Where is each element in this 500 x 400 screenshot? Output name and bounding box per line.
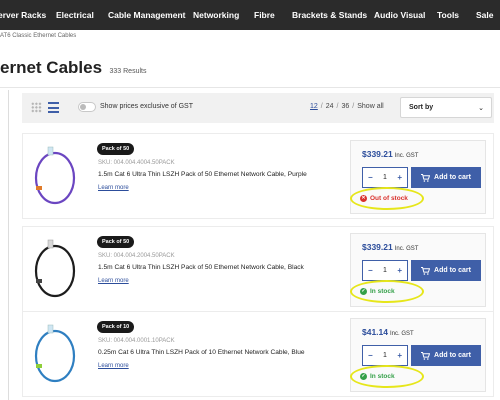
product-name[interactable]: 1.5m Cat 6 Ultra Thin LSZH Pack of 50 Et… — [98, 264, 304, 271]
sort-dropdown[interactable]: Sort by ⌄ — [400, 97, 492, 118]
pack-badge: Pack of 50 — [97, 236, 135, 248]
page-size-separator: / — [352, 103, 355, 110]
learn-more-link[interactable]: Learn more — [98, 185, 129, 191]
page-size-36[interactable]: 36 — [342, 103, 350, 110]
add-to-cart-label: Add to cart — [434, 174, 471, 181]
nav-item-fibre[interactable]: Fibre — [254, 10, 275, 20]
cart-icon — [421, 173, 431, 182]
divider — [0, 87, 500, 88]
purchase-panel: $41.14 Inc. GST − 1 + Add to cart ✓ In st… — [350, 318, 486, 392]
product-sku: SKU: 004.004.0001.10PACK — [98, 338, 175, 344]
product-image-cable-icon[interactable] — [30, 320, 80, 390]
price-value: $339.21 — [362, 242, 393, 252]
quantity-input[interactable]: 1 — [383, 174, 387, 181]
nav-item-server-racks[interactable]: erver Racks — [0, 10, 46, 20]
add-to-cart-button[interactable]: Add to cart — [411, 167, 481, 188]
breadcrumb[interactable]: AT6 Classic Ethernet Cables — [0, 33, 76, 39]
sort-label: Sort by — [409, 104, 434, 111]
nav-item-cable-management[interactable]: Cable Management — [108, 10, 185, 20]
product-image-cable-icon[interactable] — [30, 142, 80, 212]
add-to-cart-button[interactable]: Add to cart — [411, 345, 481, 366]
top-nav-bar: erver Racks Electrical Cable Management … — [0, 0, 500, 30]
product-image-cable-icon[interactable] — [30, 235, 80, 305]
product-card: Pack of 10 SKU: 004.004.0001.10PACK 0.25… — [22, 311, 494, 397]
page-title: ernet Cables — [0, 58, 103, 77]
highlight-annotation — [350, 187, 424, 210]
add-to-cart-button[interactable]: Add to cart — [411, 260, 481, 281]
listing-toolbar: Show prices exclusive of GST 12/24/36/Sh… — [22, 93, 494, 123]
plus-icon[interactable]: + — [397, 173, 402, 182]
product-sku: SKU: 004.004.2004.50PACK — [98, 253, 175, 259]
product-name[interactable]: 0.25m Cat 6 Ultra Thin LSZH Pack of 10 E… — [98, 349, 305, 356]
minus-icon[interactable]: − — [368, 173, 373, 182]
highlight-annotation — [350, 280, 424, 303]
page-size-separator: / — [336, 103, 339, 110]
learn-more-link[interactable]: Learn more — [98, 363, 129, 369]
gst-toggle-label: Show prices exclusive of GST — [100, 103, 193, 110]
product-card: Pack of 50 SKU: 004.004.4004.50PACK 1.5m… — [22, 133, 494, 219]
nav-item-audio-visual[interactable]: Audio Visual — [374, 10, 425, 20]
minus-icon[interactable]: − — [368, 266, 373, 275]
page-size-24[interactable]: 24 — [326, 103, 334, 110]
nav-item-brackets-stands[interactable]: Brackets & Stands — [292, 10, 367, 20]
product-name[interactable]: 1.5m Cat 6 Ultra Thin LSZH Pack of 50 Et… — [98, 171, 307, 178]
page-size-selector: 12/24/36/Show all — [307, 103, 387, 110]
plus-icon[interactable]: + — [397, 351, 402, 360]
add-to-cart-label: Add to cart — [434, 267, 471, 274]
quantity-input[interactable]: 1 — [383, 352, 387, 359]
nav-item-tools[interactable]: Tools — [437, 10, 459, 20]
pack-badge: Pack of 50 — [97, 143, 135, 155]
nav-item-networking[interactable]: Networking — [193, 10, 239, 20]
grid-view-icon[interactable] — [31, 102, 42, 113]
quantity-stepper: − 1 + — [362, 260, 408, 281]
page-size-separator: / — [320, 103, 323, 110]
minus-icon[interactable]: − — [368, 351, 373, 360]
price-tax-note: Inc. GST — [390, 331, 414, 337]
product-sku: SKU: 004.004.4004.50PACK — [98, 160, 175, 166]
page-size-show-all[interactable]: Show all — [357, 103, 383, 110]
add-to-cart-label: Add to cart — [434, 352, 471, 359]
page-size-12[interactable]: 12 — [310, 103, 318, 110]
product-card: Pack of 50 SKU: 004.004.2004.50PACK 1.5m… — [22, 226, 494, 312]
cart-icon — [421, 351, 431, 360]
page-header: ernet Cables 333 Results — [0, 58, 146, 78]
price-value: $41.14 — [362, 327, 388, 337]
quantity-input[interactable]: 1 — [383, 267, 387, 274]
purchase-panel: $339.21 Inc. GST − 1 + Add to cart ✕ Out … — [350, 140, 486, 214]
price-value: $339.21 — [362, 149, 393, 159]
learn-more-link[interactable]: Learn more — [98, 278, 129, 284]
cart-icon — [421, 266, 431, 275]
highlight-annotation — [350, 365, 424, 388]
chevron-down-icon: ⌄ — [478, 105, 484, 112]
gst-toggle[interactable] — [78, 102, 96, 112]
results-count: 333 Results — [109, 68, 147, 75]
product-price: $339.21 Inc. GST — [362, 149, 418, 159]
quantity-stepper: − 1 + — [362, 345, 408, 366]
price-tax-note: Inc. GST — [394, 246, 419, 252]
pack-badge: Pack of 10 — [97, 321, 135, 333]
list-view-icon[interactable] — [48, 102, 59, 113]
nav-item-sale[interactable]: Sale — [476, 10, 494, 20]
product-price: $41.14 Inc. GST — [362, 327, 414, 337]
quantity-stepper: − 1 + — [362, 167, 408, 188]
purchase-panel: $339.21 Inc. GST − 1 + Add to cart ✓ In s… — [350, 233, 486, 307]
sidebar-divider — [8, 90, 9, 400]
product-price: $339.21 Inc. GST — [362, 242, 418, 252]
plus-icon[interactable]: + — [397, 266, 402, 275]
nav-item-electrical[interactable]: Electrical — [56, 10, 94, 20]
price-tax-note: Inc. GST — [394, 153, 419, 159]
